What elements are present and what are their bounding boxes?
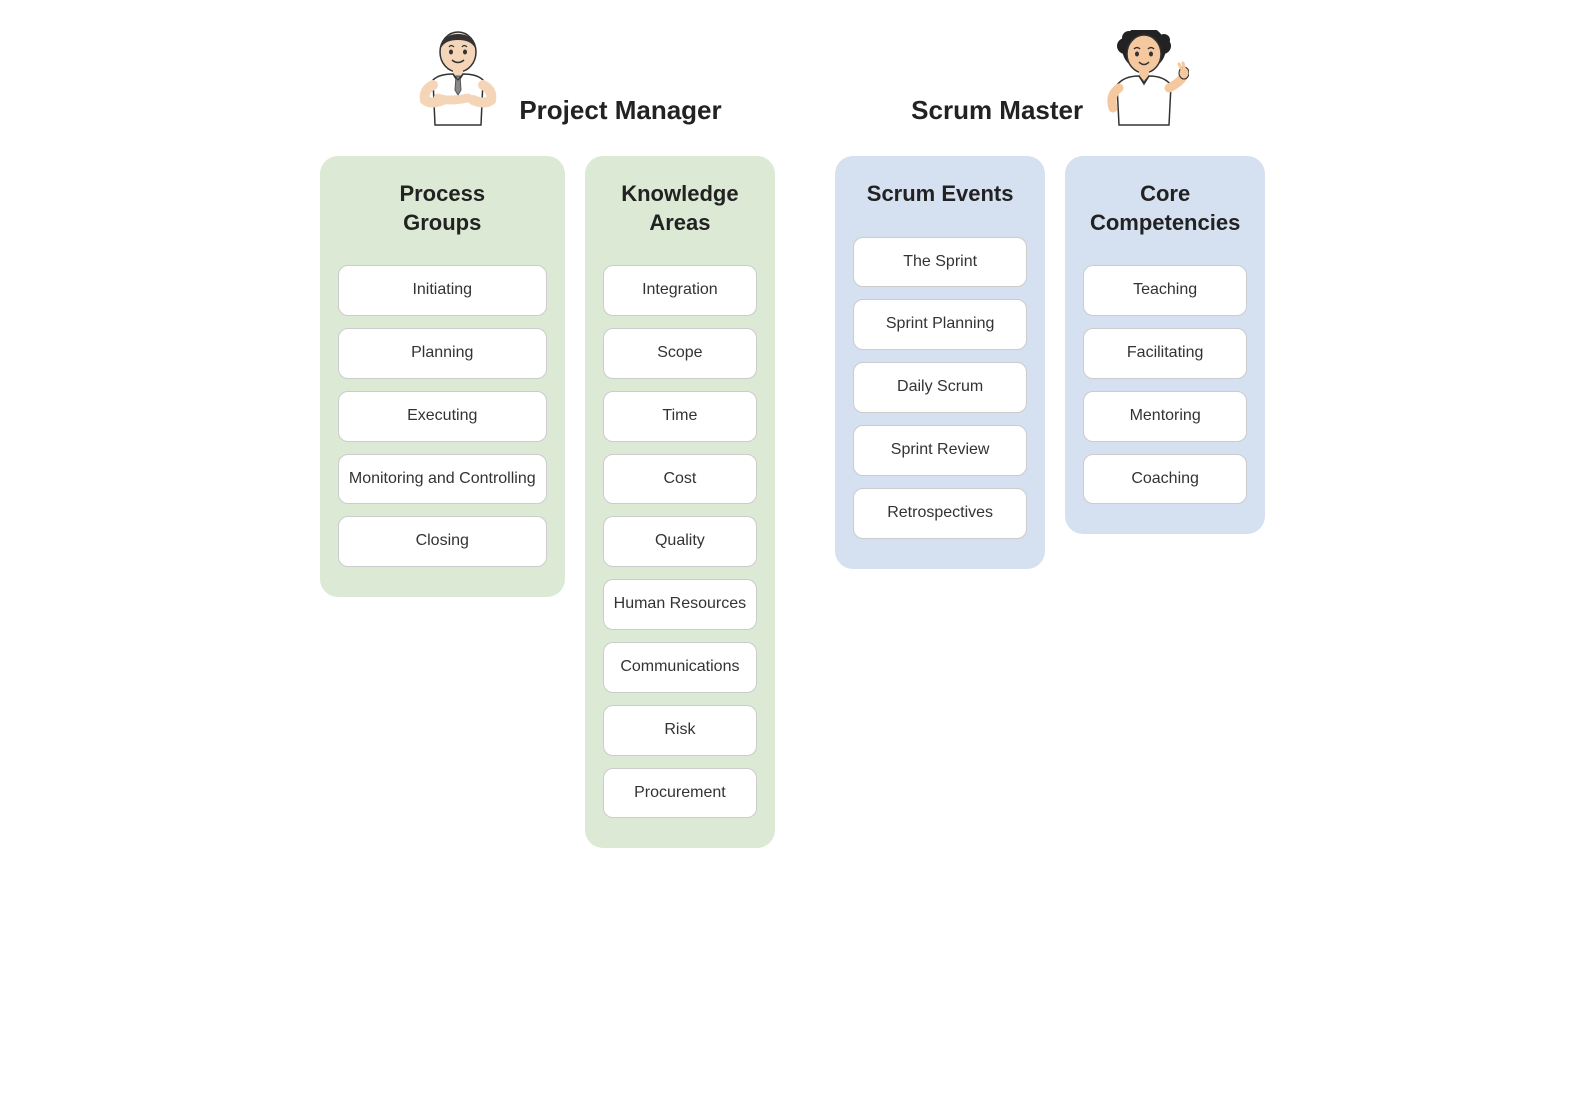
list-item: Sprint Review <box>853 425 1027 476</box>
list-item: Sprint Planning <box>853 299 1027 350</box>
list-item: The Sprint <box>853 237 1027 288</box>
pm-title-block: Project Manager <box>519 95 721 140</box>
list-item: Human Resources <box>603 579 758 630</box>
scrum-events-panel: Scrum Events The Sprint Sprint Planning … <box>835 156 1045 569</box>
list-item: Cost <box>603 454 758 505</box>
scrum-events-header: Scrum Events <box>867 180 1014 209</box>
list-item: Risk <box>603 705 758 756</box>
knowledge-areas-header: KnowledgeAreas <box>621 180 738 237</box>
knowledge-areas-panel: KnowledgeAreas Integration Scope Time Co… <box>585 156 776 848</box>
sm-title-block: Scrum Master <box>911 95 1083 140</box>
list-item: Facilitating <box>1083 328 1247 379</box>
sm-columns: Scrum Events The Sprint Sprint Planning … <box>835 156 1265 569</box>
list-item: Retrospectives <box>853 488 1027 539</box>
list-item: Daily Scrum <box>853 362 1027 413</box>
pm-section: Project Manager ProcessGroups Initiating… <box>320 30 775 848</box>
sm-title: Scrum Master <box>911 95 1083 126</box>
pm-header: Project Manager <box>373 30 721 140</box>
list-item: Mentoring <box>1083 391 1247 442</box>
page-wrapper: Project Manager ProcessGroups Initiating… <box>40 30 1545 848</box>
pm-title: Project Manager <box>519 95 721 126</box>
list-item: Scope <box>603 328 758 379</box>
pm-columns: ProcessGroups Initiating Planning Execut… <box>320 156 775 848</box>
list-item: Executing <box>338 391 547 442</box>
list-item: Coaching <box>1083 454 1247 505</box>
list-item: Quality <box>603 516 758 567</box>
core-competencies-header: CoreCompetencies <box>1090 180 1240 237</box>
list-item: Initiating <box>338 265 547 316</box>
list-item: Communications <box>603 642 758 693</box>
sm-header: Scrum Master <box>911 30 1189 140</box>
pm-avatar <box>413 30 503 140</box>
process-groups-header: ProcessGroups <box>399 180 485 237</box>
list-item: Procurement <box>603 768 758 819</box>
sm-section: Scrum Master <box>835 30 1265 569</box>
core-competencies-panel: CoreCompetencies Teaching Facilitating M… <box>1065 156 1265 534</box>
list-item: Time <box>603 391 758 442</box>
list-item: Integration <box>603 265 758 316</box>
list-item: Teaching <box>1083 265 1247 316</box>
sm-avatar <box>1099 30 1189 140</box>
list-item: Closing <box>338 516 547 567</box>
list-item: Monitoring and Controlling <box>338 454 547 505</box>
process-groups-panel: ProcessGroups Initiating Planning Execut… <box>320 156 565 597</box>
list-item: Planning <box>338 328 547 379</box>
